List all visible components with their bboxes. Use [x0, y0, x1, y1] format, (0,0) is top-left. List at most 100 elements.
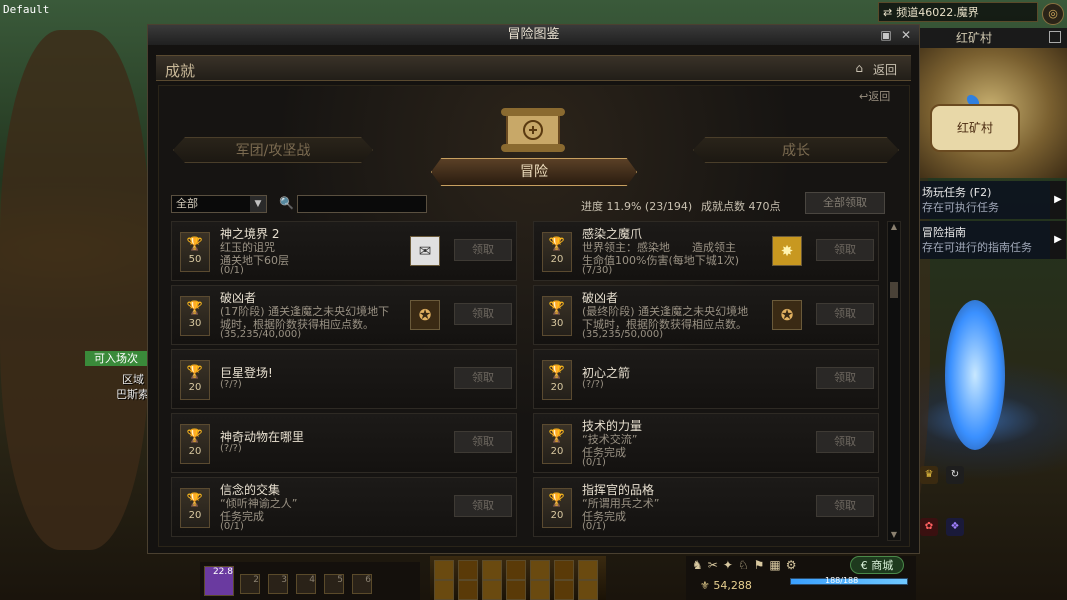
claim-button[interactable]: 领取 [454, 303, 512, 325]
achievement-card[interactable]: 🏆 20 信念的交集 “倾听神谕之人” 任务完成 (0/1) 领取 [171, 477, 517, 537]
expand-arrow-icon[interactable]: ▶ [1050, 221, 1066, 259]
claim-button[interactable]: 领取 [816, 303, 874, 325]
skill-slot[interactable] [434, 580, 454, 600]
shop-label: 商城 [871, 559, 894, 572]
crown-icon[interactable]: ♛ [920, 466, 938, 484]
channel-settings-icon[interactable]: ◎ [1042, 3, 1064, 25]
achievement-progress: (35,235/50,000) [582, 329, 664, 340]
home-icon[interactable]: ⌂ [855, 61, 863, 75]
claim-button[interactable]: 领取 [454, 367, 512, 389]
claim-button[interactable]: 领取 [816, 239, 874, 261]
progress-text: 进度 11.9% (23/194) [581, 200, 693, 213]
gold-box-icon[interactable]: ✸ [772, 236, 802, 266]
minimize-icon[interactable]: ▣ [879, 28, 893, 42]
skill-slot[interactable] [458, 560, 478, 580]
window-title: 冒险图鉴 [148, 25, 919, 45]
skill-slot[interactable] [578, 580, 598, 600]
scroll-thumb[interactable] [890, 282, 898, 298]
refresh-icon[interactable]: ↻ [946, 466, 964, 484]
return-link[interactable]: ↩返回 [859, 88, 890, 104]
skill-slot[interactable] [530, 580, 550, 600]
skill-slot[interactable] [506, 560, 526, 580]
achievement-points: 30 [550, 318, 564, 329]
search-input[interactable] [297, 195, 427, 213]
achievement-card[interactable]: 🏆 20 感染之魔爪 世界领主：感染地 造成领主 生命值100%伤害(每地下城1次) (7… [533, 221, 879, 281]
gold-value: 54,288 [713, 579, 752, 592]
scroll-up-icon[interactable]: ▲ [888, 222, 900, 232]
filter-dropdown[interactable]: 全部 ▼ [171, 195, 267, 213]
trophy-icon: 🏆 [548, 365, 566, 380]
trophy-icon: 🏆 [548, 301, 566, 316]
achievement-points: 20 [550, 510, 564, 521]
minimap-town-sign[interactable]: 红矿村 [930, 104, 1020, 152]
quickslot[interactable]: 5 [324, 574, 344, 594]
channel-bar[interactable]: ⇄ 频道46022.魔界 [878, 2, 1038, 22]
skill-slot[interactable] [578, 560, 598, 580]
gift-icon[interactable]: ❖ [946, 518, 964, 536]
quickslot[interactable]: 3 [268, 574, 288, 594]
achievement-card[interactable]: 🏆 20 指挥官的品格 “所谓用兵之术” 任务完成 (0/1) 领取 [533, 477, 879, 537]
tab-growth[interactable]: 成长 [693, 137, 899, 163]
quest-tracker-item[interactable]: 冒险指南 存在可进行的指南任务 [916, 221, 1050, 259]
expand-arrow-icon[interactable]: ▶ [1050, 181, 1066, 219]
minimap-title-bar: 红矿村 [920, 28, 1067, 48]
scroll-emblem-icon [501, 108, 565, 152]
achievement-card[interactable]: 🏆 20 初心之箭 (?/?) 领取 [533, 349, 879, 409]
adventure-codex-window: 冒险图鉴 ▣ ✕ 成就 ⌂ 返回 ↩返回 军团/攻坚战 成长 冒险 全部 ▼ 🔍… [147, 24, 920, 554]
skill-slot[interactable] [554, 580, 574, 600]
shop-coin-icon: € [860, 559, 868, 572]
scroll-down-icon[interactable]: ▼ [888, 530, 900, 540]
skill-bar [430, 556, 606, 600]
tab-adventure[interactable]: 冒险 [431, 158, 637, 186]
scrollbar[interactable]: ▲ ▼ [887, 221, 901, 541]
skill-slot[interactable] [482, 560, 502, 580]
quickslot[interactable]: 2 [240, 574, 260, 594]
skill-slot[interactable] [482, 580, 502, 600]
shop-button[interactable]: € 商城 [850, 556, 904, 574]
points-text: 成就点数 470点 [701, 200, 781, 213]
achievement-progress: (?/?) [582, 379, 604, 390]
skill-slot[interactable] [554, 560, 574, 580]
close-icon[interactable]: ✕ [899, 28, 913, 42]
claim-button[interactable]: 领取 [454, 431, 512, 453]
trophy-medal: 🏆 20 [542, 232, 572, 272]
skill-slot[interactable] [434, 560, 454, 580]
quickslot-bar: 22.8 2 3 4 5 6 [200, 562, 420, 600]
achievement-card[interactable]: 🏆 20 巨星登场! (?/?) 领取 [171, 349, 517, 409]
achievement-card[interactable]: 🏆 20 技术的力量 “技术交流” 任务完成 (0/1) 领取 [533, 413, 879, 473]
emblem-icon[interactable]: ✪ [772, 300, 802, 330]
claim-all-button[interactable]: 全部领取 [805, 192, 885, 214]
event-icon[interactable]: ✿ [920, 518, 938, 536]
skill-slot[interactable] [530, 560, 550, 580]
claim-button[interactable]: 领取 [454, 239, 512, 261]
level-badge[interactable]: 22.8 [204, 566, 234, 596]
skill-slot[interactable] [506, 580, 526, 600]
trophy-icon: 🏆 [186, 365, 204, 380]
hp-text: 188/188 [825, 576, 859, 585]
minimap-toggle-icon[interactable] [1049, 31, 1061, 43]
claim-button[interactable]: 领取 [816, 431, 874, 453]
claim-button[interactable]: 领取 [816, 495, 874, 517]
quickslot[interactable]: 6 [352, 574, 372, 594]
quest-title: 场玩任务 (F2) [922, 186, 992, 199]
achievement-progress: (?/?) [220, 379, 242, 390]
achievement-card[interactable]: 🏆 20 神奇动物在哪里 (?/?) 领取 [171, 413, 517, 473]
quest-tracker-item[interactable]: 场玩任务 (F2) 存在可执行任务 [916, 181, 1050, 219]
achievement-card[interactable]: 🏆 30 破凶者 (17阶段) 通关逢魔之未央幻境地下 城时，根据阶数获得相应点数。 (3… [171, 285, 517, 345]
claim-button[interactable]: 领取 [816, 367, 874, 389]
scroll-icon[interactable]: ✉ [410, 236, 440, 266]
achievement-points: 20 [188, 382, 202, 393]
skill-slot[interactable] [458, 580, 478, 600]
claim-button[interactable]: 领取 [454, 495, 512, 517]
trophy-icon: 🏆 [186, 429, 204, 444]
achievement-card[interactable]: 🏆 30 破凶者 (最终阶段) 通关逢魔之未央幻境地 下城时，根据阶数获得相应点数。 (3… [533, 285, 879, 345]
quickslot[interactable]: 4 [296, 574, 316, 594]
system-menu-icons[interactable]: ♞✂✦♘⚑▦⚙ [692, 558, 801, 572]
back-button[interactable]: 返回 [873, 61, 897, 78]
achievement-card[interactable]: 🏆 50 神之境界 2 红玉的诅咒 通关地下60层 (0/1) ✉ 领取 [171, 221, 517, 281]
zone-label: 区域 [122, 373, 144, 386]
trophy-icon: 🏆 [548, 493, 566, 508]
emblem-icon[interactable]: ✪ [410, 300, 440, 330]
tab-legion[interactable]: 军团/攻坚战 [173, 137, 373, 163]
enter-count-badge: 可入场次 [85, 351, 147, 366]
